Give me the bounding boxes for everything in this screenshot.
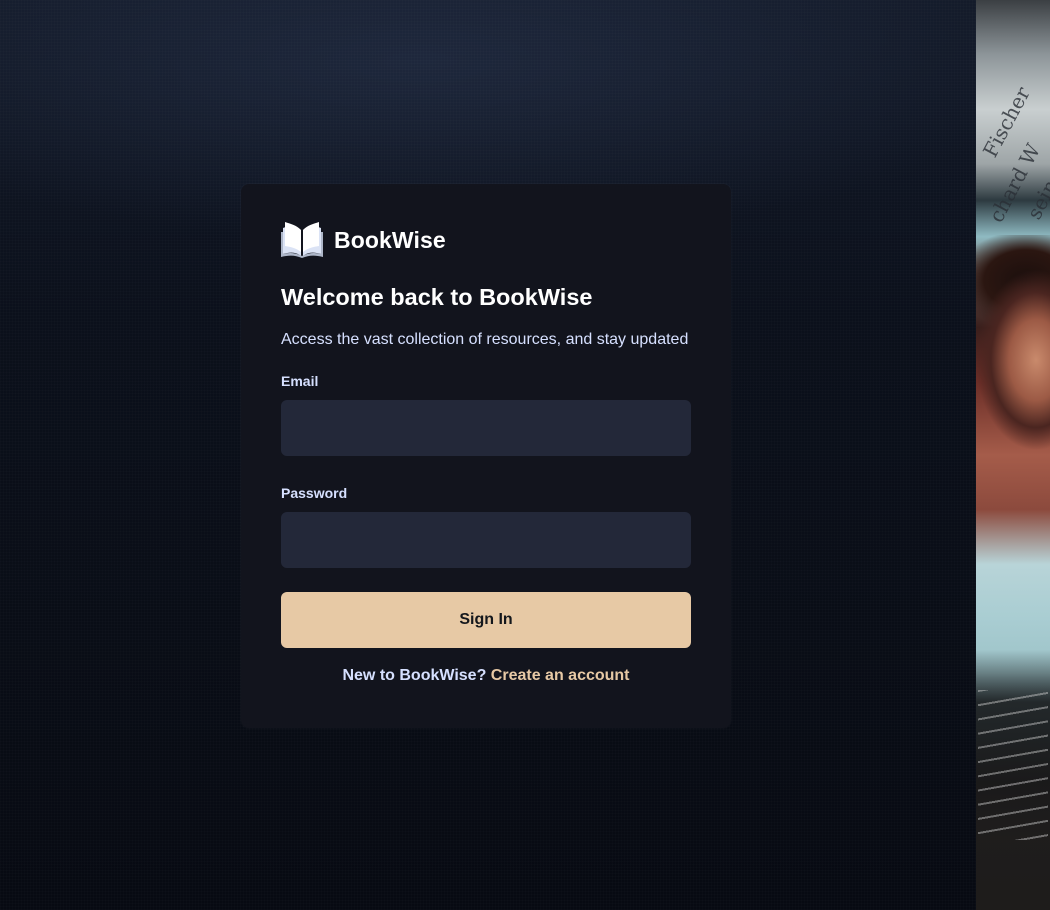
photo-text-lines bbox=[978, 690, 1048, 840]
password-field[interactable] bbox=[281, 512, 691, 568]
sign-in-button[interactable]: Sign In bbox=[281, 592, 691, 648]
signup-prompt: New to BookWise? Create an account bbox=[281, 666, 691, 686]
brand-name: BookWise bbox=[334, 226, 446, 253]
login-card: BookWise Welcome back to BookWise Access… bbox=[241, 184, 731, 728]
email-field[interactable] bbox=[281, 400, 691, 456]
page-title: Welcome back to BookWise bbox=[281, 284, 593, 310]
page-subtitle: Access the vast collection of resources,… bbox=[281, 331, 689, 348]
open-book-icon bbox=[281, 222, 323, 258]
side-illustration-image: Fischer chard W sein bbox=[976, 0, 1050, 910]
create-account-link[interactable]: Create an account bbox=[491, 667, 630, 684]
signup-prompt-text: New to BookWise? bbox=[342, 667, 487, 684]
email-label: Email bbox=[281, 373, 319, 389]
brand: BookWise bbox=[281, 222, 446, 258]
photo-face bbox=[976, 270, 1050, 450]
password-label: Password bbox=[281, 485, 348, 501]
